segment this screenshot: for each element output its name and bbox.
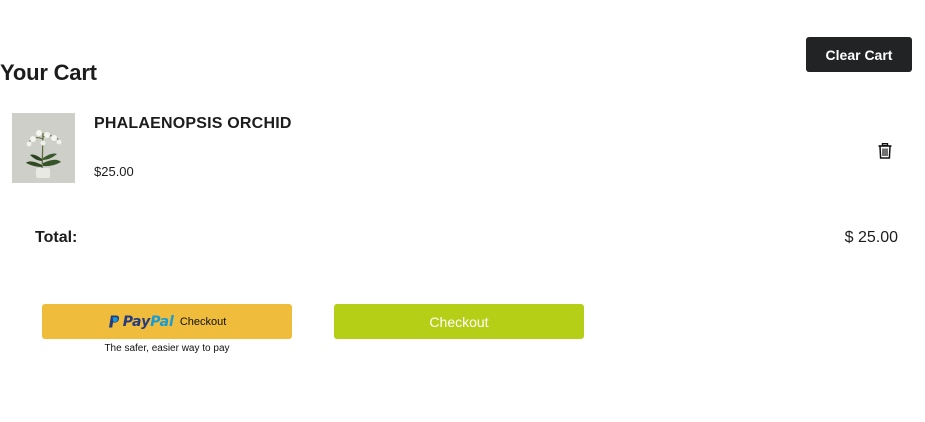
remove-item-button[interactable] [874, 140, 896, 162]
product-price: $25.00 [94, 164, 134, 179]
paypal-checkout-label: Checkout [179, 315, 227, 328]
clear-cart-button[interactable]: Clear Cart [806, 37, 912, 72]
paypal-pal: Pal [150, 313, 174, 330]
paypal-checkout-button[interactable]: PayPal Checkout [42, 304, 292, 339]
paypal-logo: PayPal [108, 314, 174, 330]
total-label: Total: [35, 229, 78, 246]
trash-icon [878, 143, 892, 159]
paypal-tagline: The safer, easier way to pay [104, 343, 230, 354]
orchid-photo-icon [12, 113, 75, 183]
product-image[interactable] [12, 113, 75, 183]
checkout-button[interactable]: Checkout [334, 304, 584, 339]
product-name[interactable]: PHALAENOPSIS ORCHID [94, 115, 292, 133]
paypal-wordmark: PayPal [123, 314, 174, 330]
paypal-p-icon [108, 315, 119, 327]
total-value: $ 25.00 [844, 229, 898, 246]
paypal-pay: Pay [122, 313, 151, 330]
page-title: Your Cart [0, 60, 97, 85]
